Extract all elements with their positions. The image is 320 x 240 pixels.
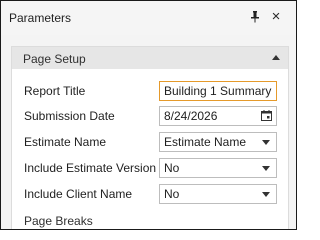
chevron-down-icon[interactable] — [262, 166, 270, 171]
estimate-name-label: Estimate Name — [24, 135, 107, 149]
include-client-name-dropdown[interactable]: No — [159, 184, 277, 204]
chevron-down-icon[interactable] — [262, 140, 270, 145]
include-estimate-version-row: Include Estimate Version No — [12, 158, 288, 178]
submission-date-picker[interactable]: 8/24/2026 — [159, 106, 277, 126]
include-client-name-label: Include Client Name — [24, 187, 133, 201]
submission-date-value: 8/24/2026 — [164, 109, 218, 123]
chevron-up-icon[interactable] — [272, 55, 280, 60]
parameters-panel: Page Setup Report Title Building 1 Summa… — [1, 35, 296, 229]
section-title: Page Setup — [23, 52, 86, 66]
estimate-name-value: Estimate Name — [164, 135, 247, 149]
report-title-row: Report Title Building 1 Summary — [12, 81, 288, 101]
pin-icon[interactable] — [248, 10, 262, 24]
include-client-name-row: Include Client Name No — [12, 184, 288, 204]
title-bar: Parameters × — [1, 1, 296, 35]
page-breaks-subheader: Page Breaks — [24, 214, 93, 228]
page-setup-header[interactable]: Page Setup — [12, 47, 288, 69]
report-title-value: Building 1 Summary — [164, 84, 272, 98]
include-client-name-value: No — [164, 187, 180, 201]
include-estimate-version-dropdown[interactable]: No — [159, 158, 277, 178]
submission-date-label: Submission Date — [24, 109, 115, 123]
chevron-down-icon[interactable] — [262, 192, 270, 197]
page-setup-section: Page Setup Report Title Building 1 Summa… — [11, 46, 289, 229]
report-title-label: Report Title — [24, 84, 86, 98]
estimate-name-row: Estimate Name Estimate Name — [12, 132, 288, 152]
close-icon[interactable]: × — [269, 9, 283, 25]
include-estimate-version-label: Include Estimate Version — [24, 161, 157, 175]
calendar-icon[interactable] — [261, 110, 272, 121]
parameters-window: Parameters × Page Setup Report Title Bui… — [0, 0, 297, 230]
estimate-name-dropdown[interactable]: Estimate Name — [159, 132, 277, 152]
include-estimate-version-value: No — [164, 161, 180, 175]
window-title: Parameters — [9, 11, 72, 25]
report-title-input[interactable]: Building 1 Summary — [159, 81, 277, 101]
submission-date-row: Submission Date 8/24/2026 — [12, 106, 288, 126]
